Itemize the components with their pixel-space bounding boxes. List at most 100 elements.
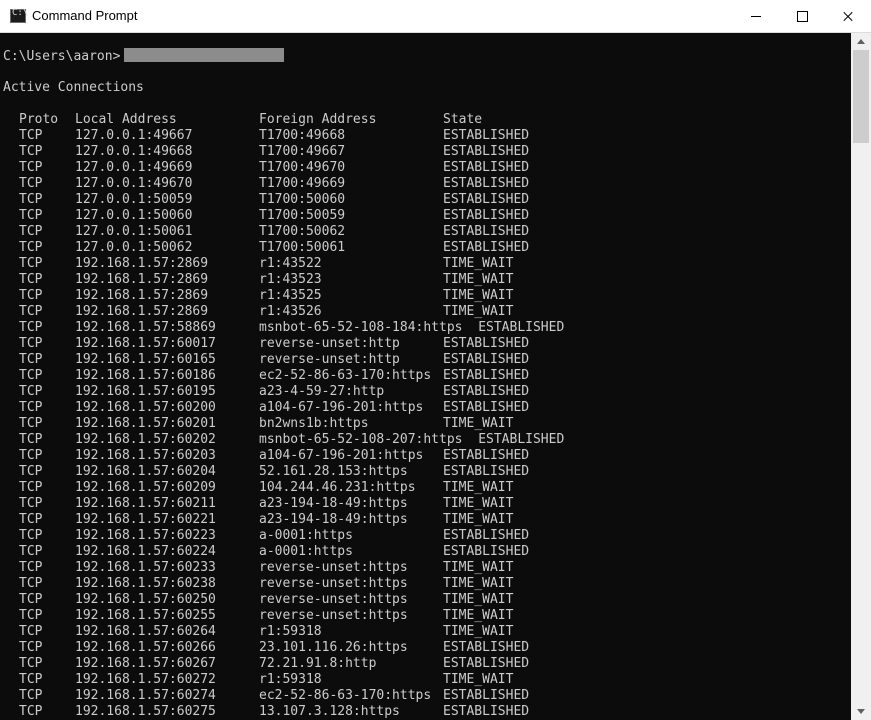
proto-cell: TCP [19,432,43,447]
proto-cell: TCP [19,560,43,575]
table-row: TCP 192.168.1.57:2869 r1:43522 TIME_WAIT [0,256,851,272]
local-address-cell: 192.168.1.57:60238 [75,576,216,591]
proto-cell: TCP [19,480,43,495]
foreign-address-cell: a-0001:https [259,544,353,559]
console-output[interactable]: C:\Users\aaron> Active Connections Proto… [0,33,851,720]
local-address-cell: 192.168.1.57:2869 [75,272,209,287]
local-address-cell: 192.168.1.57:60272 [75,672,216,687]
scroll-thumb[interactable] [853,50,869,143]
local-address-cell: 192.168.1.57:60233 [75,560,216,575]
foreign-address-cell: T1700:49669 [259,176,346,191]
column-header-proto: Proto [19,112,59,127]
scroll-down-button[interactable] [851,703,871,720]
state-cell: ESTABLISHED [478,320,565,335]
state-cell: TIME_WAIT [443,272,514,287]
state-cell: ESTABLISHED [443,240,530,255]
local-address-cell: 127.0.0.1:49667 [75,128,193,143]
foreign-address-cell: a23-194-18-49:https [259,496,408,511]
state-cell: TIME_WAIT [443,672,514,687]
foreign-address-cell: reverse-unset:https [259,560,408,575]
maximize-button[interactable] [779,0,825,32]
proto-cell: TCP [19,608,43,623]
state-cell: ESTABLISHED [443,640,530,655]
table-row: TCP 127.0.0.1:49668 T1700:49667 ESTABLISHED [0,144,851,160]
prompt-path: C:\Users\aaron> [3,49,121,64]
foreign-address-cell: reverse-unset:https [259,608,408,623]
state-cell: ESTABLISHED [478,432,565,447]
proto-cell: TCP [19,544,43,559]
state-cell: TIME_WAIT [443,288,514,303]
foreign-address-cell: 23.101.116.26:https [259,640,408,655]
proto-cell: TCP [19,592,43,607]
connections-list: TCP 127.0.0.1:49667 T1700:49668 ESTABLISHED… [0,128,851,720]
foreign-address-cell: 52.161.28.153:https [259,464,408,479]
foreign-address-cell: T1700:49668 [259,128,346,143]
proto-cell: TCP [19,624,43,639]
local-address-cell: 192.168.1.57:60165 [75,352,216,367]
proto-cell: TCP [19,576,43,591]
local-address-cell: 127.0.0.1:49669 [75,160,193,175]
foreign-address-cell: r1:59318 [259,624,322,639]
state-cell: TIME_WAIT [443,576,514,591]
state-cell: ESTABLISHED [443,208,530,223]
table-row: TCP 192.168.1.57:60200 a104-67-196-201:htt… [0,400,851,416]
proto-cell: TCP [19,464,43,479]
local-address-cell: 192.168.1.57:60264 [75,624,216,639]
table-row: TCP 192.168.1.57:60250 reverse-unset:https… [0,592,851,608]
foreign-address-cell: ec2-52-86-63-170:https [259,688,432,703]
local-address-cell: 192.168.1.57:2869 [75,256,209,271]
state-cell: ESTABLISHED [443,176,530,191]
state-cell: ESTABLISHED [443,128,530,143]
table-row: TCP 127.0.0.1:50060 T1700:50059 ESTABLISHED [0,208,851,224]
table-row: TCP 127.0.0.1:50059 T1700:50060 ESTABLISHED [0,192,851,208]
table-row: TCP 192.168.1.57:60017 reverse-unset:http E… [0,336,851,352]
foreign-address-cell: T1700:50062 [259,224,346,239]
foreign-address-cell: reverse-unset:https [259,592,408,607]
foreign-address-cell: T1700:50060 [259,192,346,207]
local-address-cell: 192.168.1.57:60221 [75,512,216,527]
table-row: TCP 192.168.1.57:60238 reverse-unset:https… [0,576,851,592]
proto-cell: TCP [19,688,43,703]
scroll-up-button[interactable] [851,33,871,50]
window-title: Command Prompt [32,8,138,23]
state-cell: TIME_WAIT [443,416,514,431]
state-cell: ESTABLISHED [443,400,530,415]
proto-cell: TCP [19,384,43,399]
local-address-cell: 192.168.1.57:60195 [75,384,216,399]
proto-cell: TCP [19,336,43,351]
minimize-button[interactable] [733,0,779,32]
table-row: TCP 127.0.0.1:50061 T1700:50062 ESTABLISHED [0,224,851,240]
state-cell: ESTABLISHED [443,336,530,351]
close-button[interactable] [825,0,871,32]
proto-cell: TCP [19,208,43,223]
table-row: TCP 127.0.0.1:49670 T1700:49669 ESTABLISHED [0,176,851,192]
cmd-icon[interactable]: C:\ [10,8,28,23]
proto-cell: TCP [19,256,43,271]
proto-cell: TCP [19,224,43,239]
state-cell: TIME_WAIT [443,512,514,527]
proto-cell: TCP [19,528,43,543]
foreign-address-cell: a-0001:https [259,528,353,543]
table-row: TCP 192.168.1.57:60186 ec2-52-86-63-170:ht… [0,368,851,384]
table-row: TCP 192.168.1.57:60165 reverse-unset:http E… [0,352,851,368]
state-cell: TIME_WAIT [443,496,514,511]
command-prompt-line: C:\Users\aaron> [3,48,285,64]
table-row: TCP 192.168.1.57:60223 a-0001:https ESTABLI… [0,528,851,544]
foreign-address-cell: 104.244.46.231:https [259,480,416,495]
local-address-cell: 192.168.1.57:60203 [75,448,216,463]
close-icon [842,10,854,22]
local-address-cell: 127.0.0.1:50059 [75,192,193,207]
state-cell: ESTABLISHED [443,352,530,367]
proto-cell: TCP [19,672,43,687]
foreign-address-cell: a23-194-18-49:https [259,512,408,527]
title-bar[interactable]: C:\ Command Prompt [0,0,871,33]
table-row: TCP 192.168.1.57:60274 ec2-52-86-63-170:ht… [0,688,851,704]
table-row: TCP 192.168.1.57:60264 r1:59318 TIME_WAIT [0,624,851,640]
local-address-cell: 192.168.1.57:60211 [75,496,216,511]
vertical-scrollbar[interactable] [851,33,871,720]
proto-cell: TCP [19,160,43,175]
foreign-address-cell: T1700:50061 [259,240,346,255]
state-cell: ESTABLISHED [443,704,530,719]
state-cell: ESTABLISHED [443,464,530,479]
state-cell: ESTABLISHED [443,224,530,239]
